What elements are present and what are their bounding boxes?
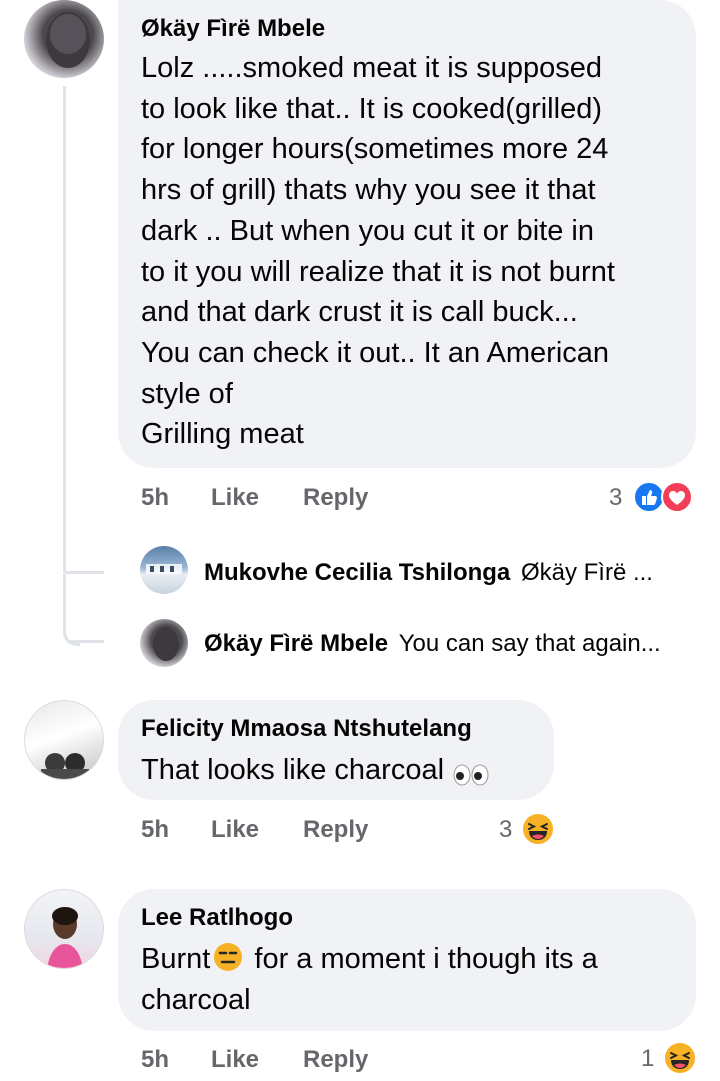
eyes-icon	[453, 764, 489, 786]
profile-photo	[41, 753, 89, 779]
profile-photo	[153, 627, 179, 661]
haha-icon	[663, 1041, 697, 1075]
avatar-okay-fire-mbele-reply[interactable]	[140, 619, 188, 667]
love-icon	[661, 481, 693, 513]
thread-line-lower	[63, 574, 66, 630]
comment-time[interactable]: 5h	[141, 816, 169, 844]
reaction-summary[interactable]: 3	[496, 811, 560, 847]
comment-text: Lolz .....smoked meat it is supposed to …	[141, 52, 615, 451]
avatar-felicity-mmaosa-ntshutelang[interactable]	[24, 700, 104, 780]
profile-photo	[47, 907, 83, 968]
comment-author[interactable]: Økäy Fìrë Mbele	[141, 14, 325, 44]
avatar-okay-fire-mbele[interactable]	[24, 0, 104, 78]
reaction-count: 3	[499, 816, 513, 843]
comment-time[interactable]: 5h	[141, 1046, 169, 1074]
comment-author[interactable]: Felicity Mmaosa Ntshutelang	[141, 714, 472, 744]
like-button[interactable]: Like	[211, 816, 259, 844]
reply-author[interactable]: Økäy Fìrë Mbele	[204, 630, 388, 657]
thread-curve	[63, 628, 80, 646]
comment-bubble[interactable]: Lee Ratlhogo Burnt for a moment i though…	[118, 889, 696, 1031]
reply-item[interactable]: Mukovhe Cecilia Tshilonga Økäy Fìrë ...	[204, 559, 653, 587]
expressionless-face-icon	[214, 943, 243, 971]
profile-photo	[46, 12, 90, 68]
comment-text: That looks like charcoal	[141, 754, 445, 786]
reply-button[interactable]: Reply	[303, 1046, 368, 1074]
reply-preview: You can say that again...	[398, 630, 661, 657]
avatar-mukovhe-cecilia-tshilonga[interactable]	[140, 546, 188, 594]
reply-button[interactable]: Reply	[303, 816, 368, 844]
reaction-summary[interactable]: 3	[606, 480, 698, 514]
thread-branch-h1	[66, 571, 104, 574]
haha-icon	[521, 812, 555, 846]
comment-time[interactable]: 5h	[141, 484, 169, 512]
comment-bubble[interactable]: Felicity Mmaosa Ntshutelang That looks l…	[118, 700, 554, 800]
reply-author[interactable]: Mukovhe Cecilia Tshilonga	[204, 559, 510, 586]
reaction-count: 3	[609, 484, 623, 511]
comment-text-before: Burnt	[141, 943, 211, 975]
reaction-count: 1	[641, 1045, 655, 1072]
avatar-lee-ratlhogo[interactable]	[24, 889, 104, 969]
comment-author[interactable]: Lee Ratlhogo	[141, 903, 293, 933]
reaction-summary[interactable]: 1	[638, 1040, 700, 1076]
like-button[interactable]: Like	[211, 484, 259, 512]
like-button[interactable]: Like	[211, 1046, 259, 1074]
thread-line	[63, 86, 66, 572]
profile-photo	[146, 564, 182, 574]
reply-item[interactable]: Økäy Fìrë Mbele You can say that again..…	[204, 630, 661, 658]
reply-preview: Økäy Fìrë ...	[520, 559, 653, 586]
reply-button[interactable]: Reply	[303, 484, 368, 512]
comment-bubble[interactable]: Økäy Fìrë Mbele Lolz .....smoked meat it…	[118, 0, 696, 468]
